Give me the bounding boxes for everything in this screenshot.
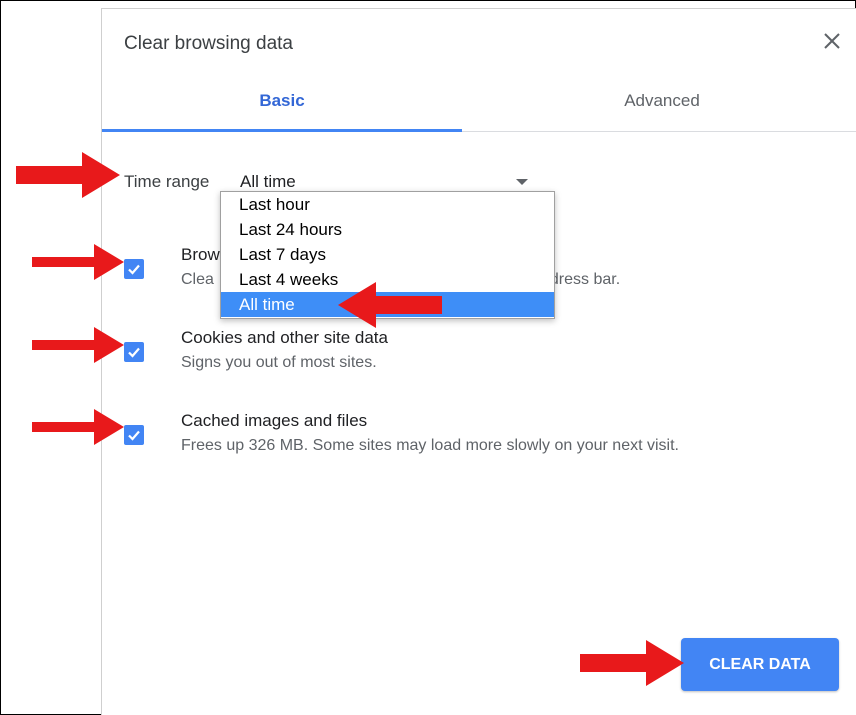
- clear-data-button[interactable]: CLEAR DATA: [681, 638, 839, 691]
- clear-browsing-data-dialog: Clear browsing data Basic Advanced Time …: [101, 8, 856, 715]
- option-description: Clea: [181, 271, 214, 288]
- time-range-value: All time: [240, 172, 296, 191]
- checkmark-icon: [128, 430, 140, 441]
- option-title: Cached images and files: [181, 411, 368, 430]
- tab-advanced[interactable]: Advanced: [482, 79, 842, 131]
- checkmark-icon: [128, 347, 140, 358]
- cookies-checkbox[interactable]: [124, 342, 144, 362]
- annotation-arrow-icon: [16, 152, 120, 198]
- tab-basic[interactable]: Basic: [102, 79, 462, 132]
- annotation-arrow-icon: [32, 409, 124, 445]
- time-range-label: Time range: [124, 172, 210, 191]
- tab-bar: Basic Advanced: [102, 79, 856, 132]
- annotation-arrow-icon: [338, 282, 442, 328]
- option-title: Cookies and other site data: [181, 328, 388, 347]
- cached-images-checkbox[interactable]: [124, 425, 144, 445]
- dialog-title: Clear browsing data: [124, 33, 293, 54]
- dropdown-option-last-hour[interactable]: Last hour: [221, 192, 554, 217]
- checkmark-icon: [128, 264, 140, 275]
- annotation-arrow-icon: [580, 640, 684, 686]
- dropdown-option-last-7-days[interactable]: Last 7 days: [221, 242, 554, 267]
- chevron-down-icon: [516, 179, 528, 185]
- dropdown-option-last-24-hours[interactable]: Last 24 hours: [221, 217, 554, 242]
- option-description: Signs you out of most sites.: [181, 354, 377, 371]
- option-description: Frees up 326 MB. Some sites may load mor…: [181, 437, 679, 454]
- annotation-arrow-icon: [32, 244, 124, 280]
- close-icon[interactable]: [818, 27, 846, 55]
- option-title: Brow: [181, 245, 220, 264]
- browsing-history-checkbox[interactable]: [124, 259, 144, 279]
- annotation-arrow-icon: [32, 327, 124, 363]
